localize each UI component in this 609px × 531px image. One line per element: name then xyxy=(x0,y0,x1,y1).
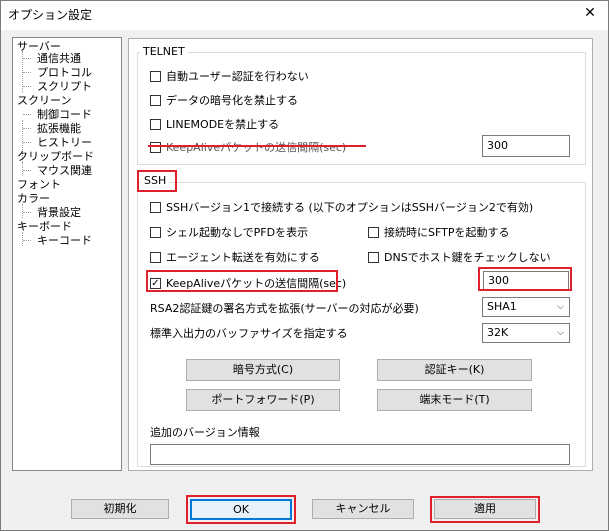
cancel-button[interactable]: キャンセル xyxy=(312,499,414,519)
checkbox-icon xyxy=(150,118,161,130)
tree-item-script[interactable]: スクリプト xyxy=(37,80,92,94)
tree-item-protocol[interactable]: プロトコル xyxy=(37,66,92,80)
init-button[interactable]: 初期化 xyxy=(71,499,169,519)
keepalive-highlight xyxy=(146,270,338,292)
close-icon[interactable]: ✕ xyxy=(576,2,604,24)
tree-item-extensions[interactable]: 拡張機能 xyxy=(37,122,81,136)
window-title: オプション設定 xyxy=(8,8,93,22)
checkbox-icon xyxy=(150,94,161,106)
chevron-down-icon: ⌵ xyxy=(557,328,564,338)
title-bar xyxy=(1,1,608,30)
buffer-size-select[interactable]: 32K ⌵ xyxy=(482,323,570,343)
checkbox-icon xyxy=(150,141,161,153)
tree-item-clipboard[interactable]: クリップボード xyxy=(17,150,94,164)
auth-key-button[interactable]: 認証キー(K) xyxy=(377,359,532,381)
rsa-sign-label: RSA2認証鍵の署名方式を拡張(サーバーの対応が必要) xyxy=(150,302,419,315)
strikethrough-annotation xyxy=(148,145,366,147)
buffer-size-label: 標準入出力のバッファサイズを指定する xyxy=(150,327,348,340)
no-auto-login-checkbox[interactable]: 自動ユーザー認証を行わない xyxy=(150,68,309,84)
category-tree[interactable]: サーバー 通信共通 プロトコル スクリプト スクリーン 制御コード 拡張機能 ヒ… xyxy=(12,37,122,471)
tree-item-comm-common[interactable]: 通信共通 xyxy=(37,52,81,66)
ok-highlight xyxy=(186,495,296,524)
checkbox-icon xyxy=(150,70,161,82)
tree-item-mouse[interactable]: マウス関連 xyxy=(37,164,92,178)
keepalive-value-highlight xyxy=(478,267,572,291)
tree-item-color[interactable]: カラー xyxy=(17,192,50,206)
shell-pfd-checkbox[interactable]: シェル起動なしでPFDを表示 xyxy=(150,224,308,240)
telnet-keepalive-input[interactable]: 300 xyxy=(482,135,570,157)
tree-item-history[interactable]: ヒストリー xyxy=(37,136,92,150)
tree-item-control-code[interactable]: 制御コード xyxy=(37,108,92,122)
dns-hostkey-checkbox[interactable]: DNSでホスト鍵をチェックしない xyxy=(368,249,551,265)
no-encrypt-checkbox[interactable]: データの暗号化を禁止する xyxy=(150,92,298,108)
tree-item-keycode[interactable]: キーコード xyxy=(37,234,92,248)
checkbox-icon xyxy=(150,201,161,213)
extra-version-label: 追加のバージョン情報 xyxy=(150,426,260,439)
rsa-sign-select[interactable]: SHA1 ⌵ xyxy=(482,297,570,317)
telnet-group-label: TELNET xyxy=(140,45,188,59)
agent-forward-checkbox[interactable]: エージェント転送を有効にする xyxy=(150,249,320,265)
ssh1-checkbox[interactable]: SSHバージョン1で接続する (以下のオプションはSSHバージョン2で有効) xyxy=(150,199,533,215)
telnet-keepalive-checkbox[interactable]: KeepAliveパケットの送信間隔(sec) xyxy=(150,139,346,155)
tree-item-screen[interactable]: スクリーン xyxy=(17,94,71,108)
no-linemode-checkbox[interactable]: LINEMODEを禁止する xyxy=(150,116,279,132)
checkbox-icon xyxy=(150,226,161,238)
chevron-down-icon: ⌵ xyxy=(557,302,564,312)
checkbox-icon xyxy=(368,226,379,238)
tree-item-font[interactable]: フォント xyxy=(17,178,61,192)
sftp-on-connect-checkbox[interactable]: 接続時にSFTPを起動する xyxy=(368,224,509,240)
terminal-mode-button[interactable]: 端末モード(T) xyxy=(377,389,532,411)
checkbox-icon xyxy=(150,251,161,263)
apply-highlight xyxy=(430,496,540,523)
cipher-button[interactable]: 暗号方式(C) xyxy=(186,359,340,381)
extra-version-input[interactable] xyxy=(150,444,570,465)
checkbox-icon xyxy=(368,251,379,263)
tree-item-keyboard[interactable]: キーボード xyxy=(17,220,72,234)
ssh-label-highlight xyxy=(137,170,177,192)
tree-item-background[interactable]: 背景設定 xyxy=(37,206,81,220)
port-forward-button[interactable]: ポートフォワード(P) xyxy=(186,389,340,411)
